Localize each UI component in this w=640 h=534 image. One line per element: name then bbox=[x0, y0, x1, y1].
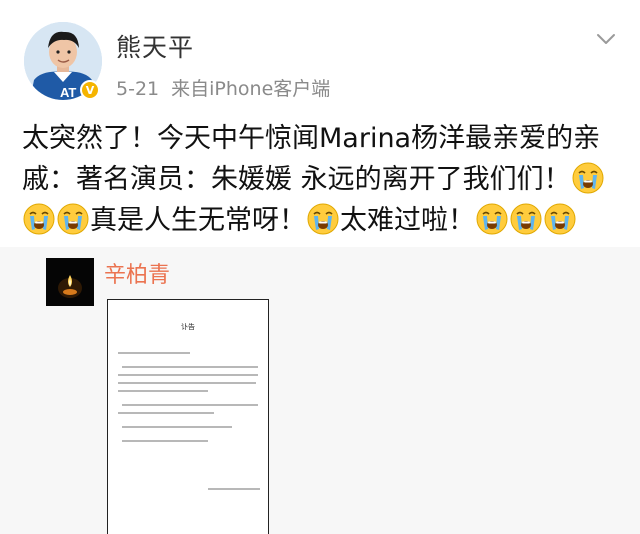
post-source[interactable]: 来自iPhone客户端 bbox=[171, 78, 330, 100]
post-text-part-3: 太难过啦！ bbox=[340, 205, 475, 236]
crying-face-emoji bbox=[476, 203, 508, 235]
repost-author[interactable]: 辛柏青 bbox=[104, 257, 170, 289]
document-text-line bbox=[122, 426, 232, 428]
crying-face-emoji bbox=[23, 203, 55, 235]
post-meta: 5-21 来自iPhone客户端 bbox=[116, 74, 330, 101]
candle-icon[interactable] bbox=[46, 258, 94, 306]
repost-card[interactable]: 辛柏青 讣告 bbox=[0, 247, 640, 534]
svg-text:AT: AT bbox=[60, 85, 76, 100]
crying-face-emoji bbox=[572, 162, 604, 194]
verified-badge-icon: V bbox=[80, 80, 100, 100]
document-text-line bbox=[208, 488, 260, 490]
document-text-line bbox=[122, 440, 208, 442]
obituary-image[interactable]: 讣告 bbox=[107, 299, 269, 534]
document-text-line bbox=[118, 412, 214, 414]
user-name[interactable]: 熊天平 bbox=[116, 28, 194, 64]
document-text-line bbox=[118, 374, 258, 376]
document-text-line bbox=[118, 352, 190, 354]
document-text-line bbox=[122, 404, 258, 406]
crying-face-emoji bbox=[307, 203, 339, 235]
post-text-part-1: 太突然了！今天中午惊闻Marina杨洋最亲爱的亲戚：著名演员：朱媛媛 永远的离开… bbox=[22, 123, 601, 195]
document-title: 讣告 bbox=[181, 323, 195, 331]
post-date: 5-21 bbox=[116, 78, 160, 100]
weibo-post: AT V 熊天平 5-21 来自iPhone客户端 太突然了！今天中午惊闻Mari… bbox=[0, 0, 640, 534]
document-text-line bbox=[122, 366, 258, 368]
post-text-part-2: 真是人生无常呀！ bbox=[90, 205, 306, 236]
crying-face-emoji bbox=[544, 203, 576, 235]
crying-face-emoji bbox=[57, 203, 89, 235]
document-text-line bbox=[118, 390, 208, 392]
chevron-down-icon[interactable] bbox=[596, 32, 616, 46]
document-text-line bbox=[118, 382, 256, 384]
post-text: 太突然了！今天中午惊闻Marina杨洋最亲爱的亲戚：著名演员：朱媛媛 永远的离开… bbox=[22, 118, 630, 241]
crying-face-emoji bbox=[510, 203, 542, 235]
